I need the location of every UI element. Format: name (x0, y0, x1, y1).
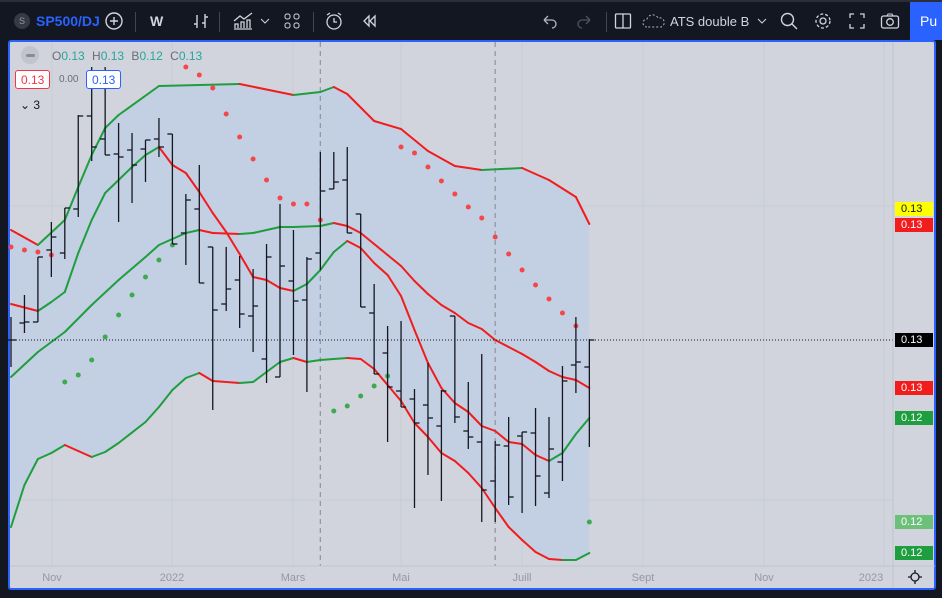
sar-dot (223, 111, 229, 117)
sar-dot (331, 408, 337, 414)
sar-dot (492, 234, 498, 240)
sell-button[interactable]: 0.13 (15, 70, 51, 89)
sar-dot (358, 393, 364, 399)
price-axis-label: 0.13 (895, 381, 933, 395)
time-axis-label: Mai (392, 572, 410, 584)
sar-dot (425, 164, 431, 170)
high-label: H (92, 49, 101, 63)
band-middle-segment (238, 232, 255, 235)
sar-dot (546, 296, 552, 302)
indicators-count: 3 (33, 98, 41, 112)
time-axis-label: Nov (42, 572, 62, 584)
sar-dot (116, 312, 122, 318)
open-label: O (52, 49, 62, 63)
band-fill (11, 84, 590, 560)
sar-dot (237, 134, 243, 140)
sar-dot (438, 178, 444, 184)
sar-dot (196, 72, 202, 78)
close-label: C (170, 49, 179, 63)
sar-dot (264, 177, 270, 183)
price-axis-label: 0.12 (895, 515, 933, 529)
sar-dot (465, 204, 471, 210)
high-value: 0.13 (100, 49, 125, 63)
sar-dot (210, 85, 216, 91)
sar-dot (8, 244, 14, 250)
sar-dot (452, 191, 458, 197)
sar-dot (506, 251, 512, 257)
low-value: 0.12 (139, 49, 163, 63)
buy-button[interactable]: 0.13 (86, 70, 122, 89)
sar-dot (102, 334, 108, 340)
sar-dot (277, 195, 283, 201)
sar-dot (586, 519, 592, 525)
sar-dot (519, 267, 525, 273)
minus-icon (25, 53, 35, 57)
close-value: 0.13 (178, 49, 203, 63)
sar-dot (398, 144, 404, 150)
band-middle-segment (292, 225, 322, 228)
open-value: 0.13 (61, 49, 85, 63)
sar-dot (250, 156, 256, 162)
band-lower-outer-segment (548, 558, 564, 561)
sar-dot (559, 310, 565, 316)
sar-dot (479, 215, 485, 221)
time-axis-label: Juill (512, 572, 532, 584)
sar-dot (533, 282, 539, 288)
indicators-toggle[interactable]: ⌄ 3 (20, 98, 40, 112)
sar-dot (344, 403, 350, 409)
sar-dot (35, 249, 41, 255)
sar-dot (143, 274, 148, 280)
sar-dot (75, 372, 81, 378)
time-axis-label: 2023 (858, 572, 884, 584)
band-lower-outer-segment (346, 357, 362, 360)
price-axis-label: 0.13 (895, 333, 933, 347)
sar-dot (412, 150, 417, 156)
price-axis-label: 0.12 (895, 411, 933, 425)
sun-gear-icon (908, 570, 922, 584)
sar-dot (156, 257, 162, 263)
sar-dot (371, 383, 377, 389)
time-axis-label: Mars (280, 572, 306, 584)
band-middle-segment (211, 232, 241, 235)
price-axis-label: 0.13 (895, 218, 933, 232)
spread-value: 0.00 (59, 74, 79, 85)
price-axis-label: 0.12 (895, 546, 933, 560)
ohlc-legend: O0.13 H0.13 B0.12 C0.13 (52, 49, 202, 63)
chevron-down-icon: ⌄ (20, 98, 31, 112)
chart-canvas[interactable] (0, 0, 942, 598)
sar-dot (290, 201, 296, 207)
sar-dot (89, 357, 95, 363)
time-axis-label: Sept (631, 572, 655, 584)
price-axis-label: 0.13 (895, 202, 933, 216)
time-axis-label: Nov (754, 572, 774, 584)
sar-dot (129, 292, 135, 298)
sar-dot (21, 247, 27, 253)
sar-dot (62, 379, 68, 385)
collapse-legend-button[interactable] (21, 46, 39, 64)
axis-settings-button[interactable] (907, 569, 923, 590)
sar-dot (183, 64, 189, 70)
band-lower-outer-segment (238, 381, 255, 384)
time-axis-label: 2022 (159, 572, 185, 584)
sar-dot (304, 201, 310, 207)
